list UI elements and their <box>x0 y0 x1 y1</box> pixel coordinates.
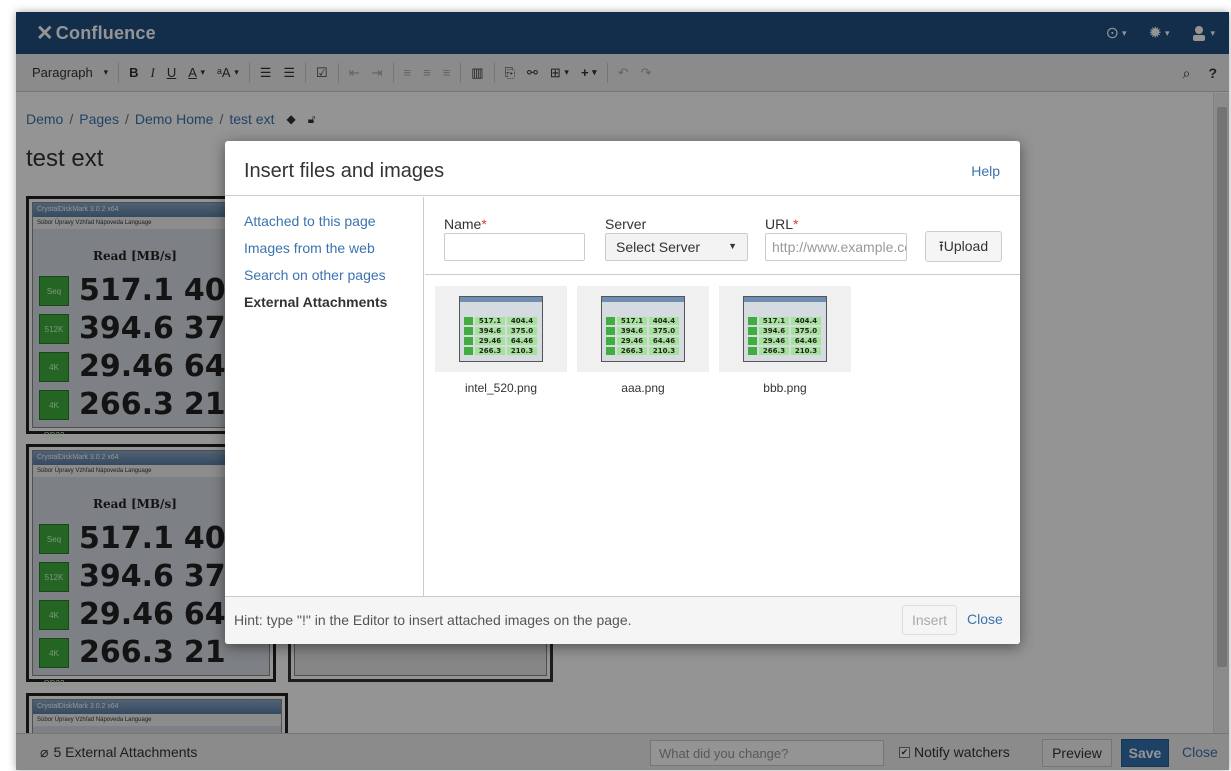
thumb-read: 29.46 <box>617 337 647 345</box>
dialog-close-link[interactable]: Close <box>967 611 1003 627</box>
dialog-header: Insert files and images Help <box>225 141 1020 196</box>
thumb-row: 266.3 210.3 <box>606 347 679 355</box>
name-field-label: Name* <box>444 216 487 232</box>
thumb-read: 266.3 <box>759 347 789 355</box>
upload-label: Upload <box>943 238 989 254</box>
insert-button[interactable]: Insert <box>902 605 957 635</box>
thumbnail-titlebar <box>460 297 542 302</box>
server-field-label: Server <box>605 216 647 232</box>
file-name: intel_520.png <box>464 381 538 395</box>
thumb-write: 64.46 <box>791 337 821 345</box>
thumb-label <box>464 327 473 335</box>
thumb-write: 210.3 <box>791 347 821 355</box>
name-input[interactable] <box>444 233 585 261</box>
thumbnail-titlebar <box>602 297 684 302</box>
thumb-write: 375.0 <box>649 327 679 335</box>
chevron-down-icon: ▼ <box>728 241 737 251</box>
file-grid: 517.1 404.4 394.6 375.0 29.46 64.46 266.3 21… <box>425 276 1020 596</box>
file-thumbnail: 517.1 404.4 394.6 375.0 29.46 64.46 266.3 21… <box>577 286 709 372</box>
thumb-label <box>606 327 615 335</box>
browser-frame: ✕ Confluence ⊙ ▾ ✹ ▾ ▾ Paragraph ▾ B I U A… <box>16 12 1229 770</box>
thumb-read: 266.3 <box>617 347 647 355</box>
thumb-read: 517.1 <box>475 317 505 325</box>
nav-attached-to-page[interactable]: Attached to this page <box>244 211 423 238</box>
thumb-read: 29.46 <box>475 337 505 345</box>
thumb-row: 29.46 64.46 <box>464 337 537 345</box>
file-thumbnail: 517.1 404.4 394.6 375.0 29.46 64.46 266.3 21… <box>435 286 567 372</box>
dialog-navigation: Attached to this page Images from the we… <box>225 197 424 596</box>
required-mark: * <box>793 216 799 232</box>
dialog-help-link[interactable]: Help <box>971 163 1000 179</box>
url-field-label: URL* <box>765 216 798 232</box>
thumb-label <box>748 347 757 355</box>
thumb-row: 266.3 210.3 <box>748 347 821 355</box>
file-name: aaa.png <box>621 381 665 395</box>
insert-files-dialog: Insert files and images Help Attached to… <box>225 141 1020 644</box>
thumb-read: 29.46 <box>759 337 789 345</box>
thumb-row: 517.1 404.4 <box>606 317 679 325</box>
thumb-read: 517.1 <box>617 317 647 325</box>
thumb-row: 394.6 375.0 <box>606 327 679 335</box>
server-selected-value: Select Server <box>616 239 701 255</box>
thumb-row: 29.46 64.46 <box>748 337 821 345</box>
nav-search-other-pages[interactable]: Search on other pages <box>244 265 423 292</box>
thumb-read: 266.3 <box>475 347 505 355</box>
thumb-write: 404.4 <box>791 317 821 325</box>
thumb-write: 404.4 <box>507 317 537 325</box>
thumb-label <box>606 337 615 345</box>
file-item[interactable]: 517.1 404.4 394.6 375.0 29.46 64.46 266.3 21… <box>435 286 567 395</box>
thumb-label <box>748 317 757 325</box>
file-item[interactable]: 517.1 404.4 394.6 375.0 29.46 64.46 266.3 21… <box>577 286 709 395</box>
dialog-footer: Hint: type "!" in the Editor to insert a… <box>225 596 1020 644</box>
thumb-row: 394.6 375.0 <box>748 327 821 335</box>
required-mark: * <box>481 216 487 232</box>
dialog-title: Insert files and images <box>244 160 445 182</box>
nav-external-attachments[interactable]: External Attachments <box>244 292 423 319</box>
file-thumbnail: 517.1 404.4 394.6 375.0 29.46 64.46 266.3 21… <box>719 286 851 372</box>
thumb-write: 404.4 <box>649 317 679 325</box>
url-label-text: URL <box>765 216 794 232</box>
file-item[interactable]: 517.1 404.4 394.6 375.0 29.46 64.46 266.3 21… <box>719 286 851 395</box>
external-attachment-form: Name* Server Select Server ▼ URL* http:/… <box>425 197 1020 275</box>
thumb-write: 64.46 <box>507 337 537 345</box>
thumb-row: 517.1 404.4 <box>748 317 821 325</box>
thumb-read: 394.6 <box>617 327 647 335</box>
thumb-label <box>464 347 473 355</box>
thumb-write: 375.0 <box>507 327 537 335</box>
thumb-row: 29.46 64.46 <box>606 337 679 345</box>
thumb-read: 394.6 <box>475 327 505 335</box>
server-select[interactable]: Select Server ▼ <box>605 233 748 261</box>
thumb-label <box>748 327 757 335</box>
thumb-row: 266.3 210.3 <box>464 347 537 355</box>
thumb-label <box>748 337 757 345</box>
name-label-text: Name <box>444 216 482 232</box>
thumb-write: 64.46 <box>649 337 679 345</box>
thumb-write: 210.3 <box>507 347 537 355</box>
thumbnail-titlebar <box>744 297 826 302</box>
upload-button[interactable]: ⭱Upload <box>925 231 1002 262</box>
thumb-label <box>464 337 473 345</box>
thumb-write: 375.0 <box>791 327 821 335</box>
thumbnail-image: 517.1 404.4 394.6 375.0 29.46 64.46 266.3 21… <box>459 296 543 362</box>
thumbnail-image: 517.1 404.4 394.6 375.0 29.46 64.46 266.3 21… <box>743 296 827 362</box>
thumb-row: 517.1 404.4 <box>464 317 537 325</box>
thumb-label <box>606 317 615 325</box>
thumb-read: 394.6 <box>759 327 789 335</box>
dialog-hint: Hint: type "!" in the Editor to insert a… <box>234 612 632 628</box>
thumb-label <box>464 317 473 325</box>
file-name: bbb.png <box>763 381 807 395</box>
nav-images-from-web[interactable]: Images from the web <box>244 238 423 265</box>
thumb-label <box>606 347 615 355</box>
url-input[interactable]: http://www.example.com <box>765 233 907 261</box>
thumb-write: 210.3 <box>649 347 679 355</box>
thumb-read: 517.1 <box>759 317 789 325</box>
thumbnail-image: 517.1 404.4 394.6 375.0 29.46 64.46 266.3 21… <box>601 296 685 362</box>
thumb-row: 394.6 375.0 <box>464 327 537 335</box>
